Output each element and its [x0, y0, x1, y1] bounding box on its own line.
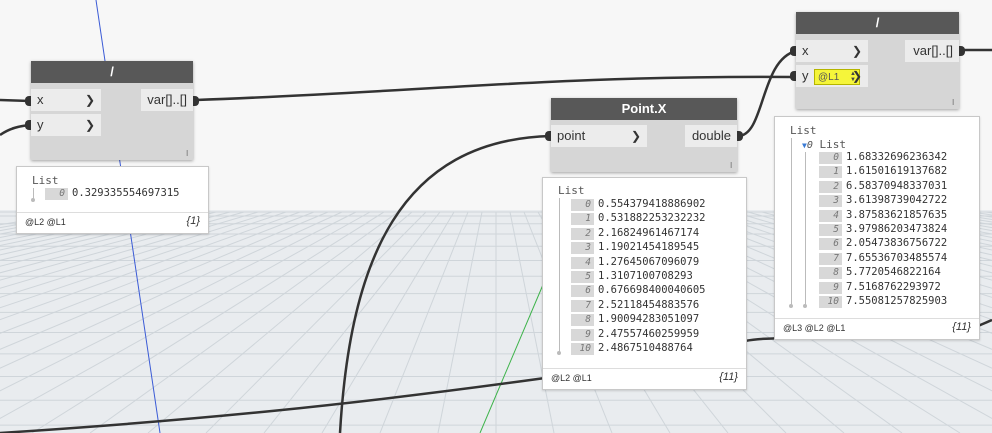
list-item: 7 2.52118454883576: [571, 299, 699, 312]
divide-node-right[interactable]: / x ❯ y @L1 ▲ ▼ ❯ var[]..[] l: [796, 12, 959, 109]
list-item: 0 1.68332696236342: [819, 151, 947, 164]
input-pin[interactable]: [790, 71, 796, 81]
list-item: 4 3.87583621857635: [819, 209, 947, 222]
chevron-right-icon: ❯: [851, 44, 862, 58]
input-port-x[interactable]: x ❯: [796, 40, 868, 62]
port-label: x: [37, 92, 44, 107]
input-port-y[interactable]: y @L1 ▲ ▼ ❯: [796, 65, 868, 87]
list-item: 8 1.90094283051097: [571, 313, 699, 327]
input-port-y[interactable]: y ❯: [31, 114, 101, 136]
node-title: Point.X: [551, 98, 737, 120]
item-count: {11}: [952, 321, 971, 333]
divide-node-left[interactable]: / x ❯ y ❯ var[]..[] l: [31, 61, 193, 160]
output-pin[interactable]: [193, 96, 199, 106]
preview-list-title: List: [32, 174, 59, 187]
list-item: 3 3.61398739042722: [819, 194, 947, 208]
input-pin[interactable]: [790, 46, 796, 56]
list-item: 4 1.27645067096079: [571, 256, 699, 269]
preview-bubble-point-x: List 0 0.554379418886902 1 0.53188225323223…: [542, 177, 747, 390]
output-pin[interactable]: [737, 131, 743, 141]
chevron-right-icon: ❯: [851, 69, 862, 83]
output-port[interactable]: var[]..[]: [141, 89, 193, 111]
preview-list-title: List: [790, 124, 817, 137]
list-item: 2 6.58370948337031: [819, 180, 947, 193]
list-item: 1 1.61501619137682: [819, 165, 947, 179]
preview-list-title: List: [558, 184, 585, 197]
sublist-header[interactable]: ▼0 List: [802, 138, 846, 151]
list-item: 8 5.7720546822164: [819, 266, 941, 280]
preview-footer: @L3 @L2 @L1 {11}: [775, 318, 979, 339]
item-count: {11}: [719, 371, 738, 383]
port-label: double: [691, 128, 731, 143]
input-pin[interactable]: [25, 120, 31, 130]
lacing-indicator[interactable]: l: [730, 161, 732, 170]
port-label: var[]..[]: [913, 43, 953, 58]
node-title: /: [796, 12, 959, 34]
preview-footer: @L2 @L1 {11}: [543, 368, 746, 389]
chevron-right-icon: ❯: [84, 93, 95, 107]
chevron-right-icon: ❯: [630, 129, 641, 143]
list-item: 5 3.97986203473824: [819, 223, 947, 236]
lacing-indicator[interactable]: l: [952, 98, 954, 107]
list-item: 3 1.19021454189545: [571, 241, 699, 255]
port-label: point: [557, 128, 586, 143]
chevron-right-icon: ❯: [84, 118, 95, 132]
list-item: 9 2.47557460259959: [571, 328, 699, 341]
list-item: 9 7.5168762293972: [819, 281, 941, 294]
list-item: 10 7.55081257825903: [819, 295, 947, 308]
list-item: 6 2.05473836756722: [819, 237, 947, 251]
preview-bubble-left: List 0 0.329335554697315 @L2 @L1 {1}: [16, 166, 209, 234]
list-item: 10 2.4867510488764: [571, 342, 693, 355]
list-item: 1 0.531882253232232: [571, 212, 705, 226]
list-levels: @L3 @L2 @L1: [783, 323, 846, 333]
input-port-x[interactable]: x ❯: [31, 89, 101, 111]
input-pin[interactable]: [25, 96, 31, 106]
input-pin[interactable]: [545, 131, 551, 141]
port-label: y: [802, 68, 809, 83]
port-label: y: [37, 117, 44, 132]
list-levels: @L2 @L1: [551, 373, 592, 383]
item-count: {1}: [186, 215, 200, 227]
list-item: 6 0.676698400040605: [571, 284, 705, 298]
port-label: var[]..[]: [147, 92, 187, 107]
output-port[interactable]: var[]..[]: [905, 40, 959, 62]
output-pin[interactable]: [959, 46, 965, 56]
list-item: 0 0.329335554697315: [45, 187, 179, 200]
list-item: 2 2.16824961467174: [571, 227, 699, 240]
list-item: 0 0.554379418886902: [571, 198, 705, 211]
port-label: x: [802, 43, 809, 58]
lacing-indicator[interactable]: l: [186, 149, 188, 158]
list-item: 5 1.3107100708293: [571, 270, 693, 283]
list-levels: @L2 @L1: [25, 217, 66, 227]
preview-footer: @L2 @L1 {1}: [17, 212, 208, 233]
input-port-point[interactable]: point ❯: [551, 125, 647, 147]
output-port[interactable]: double: [685, 125, 737, 147]
list-item: 7 7.65536703485574: [819, 252, 947, 265]
point-x-node[interactable]: Point.X point ❯ double l: [551, 98, 737, 172]
preview-bubble-right: List ▼0 List 0 1.68332696236342 1 1.6150161…: [774, 116, 980, 340]
node-title: /: [31, 61, 193, 83]
